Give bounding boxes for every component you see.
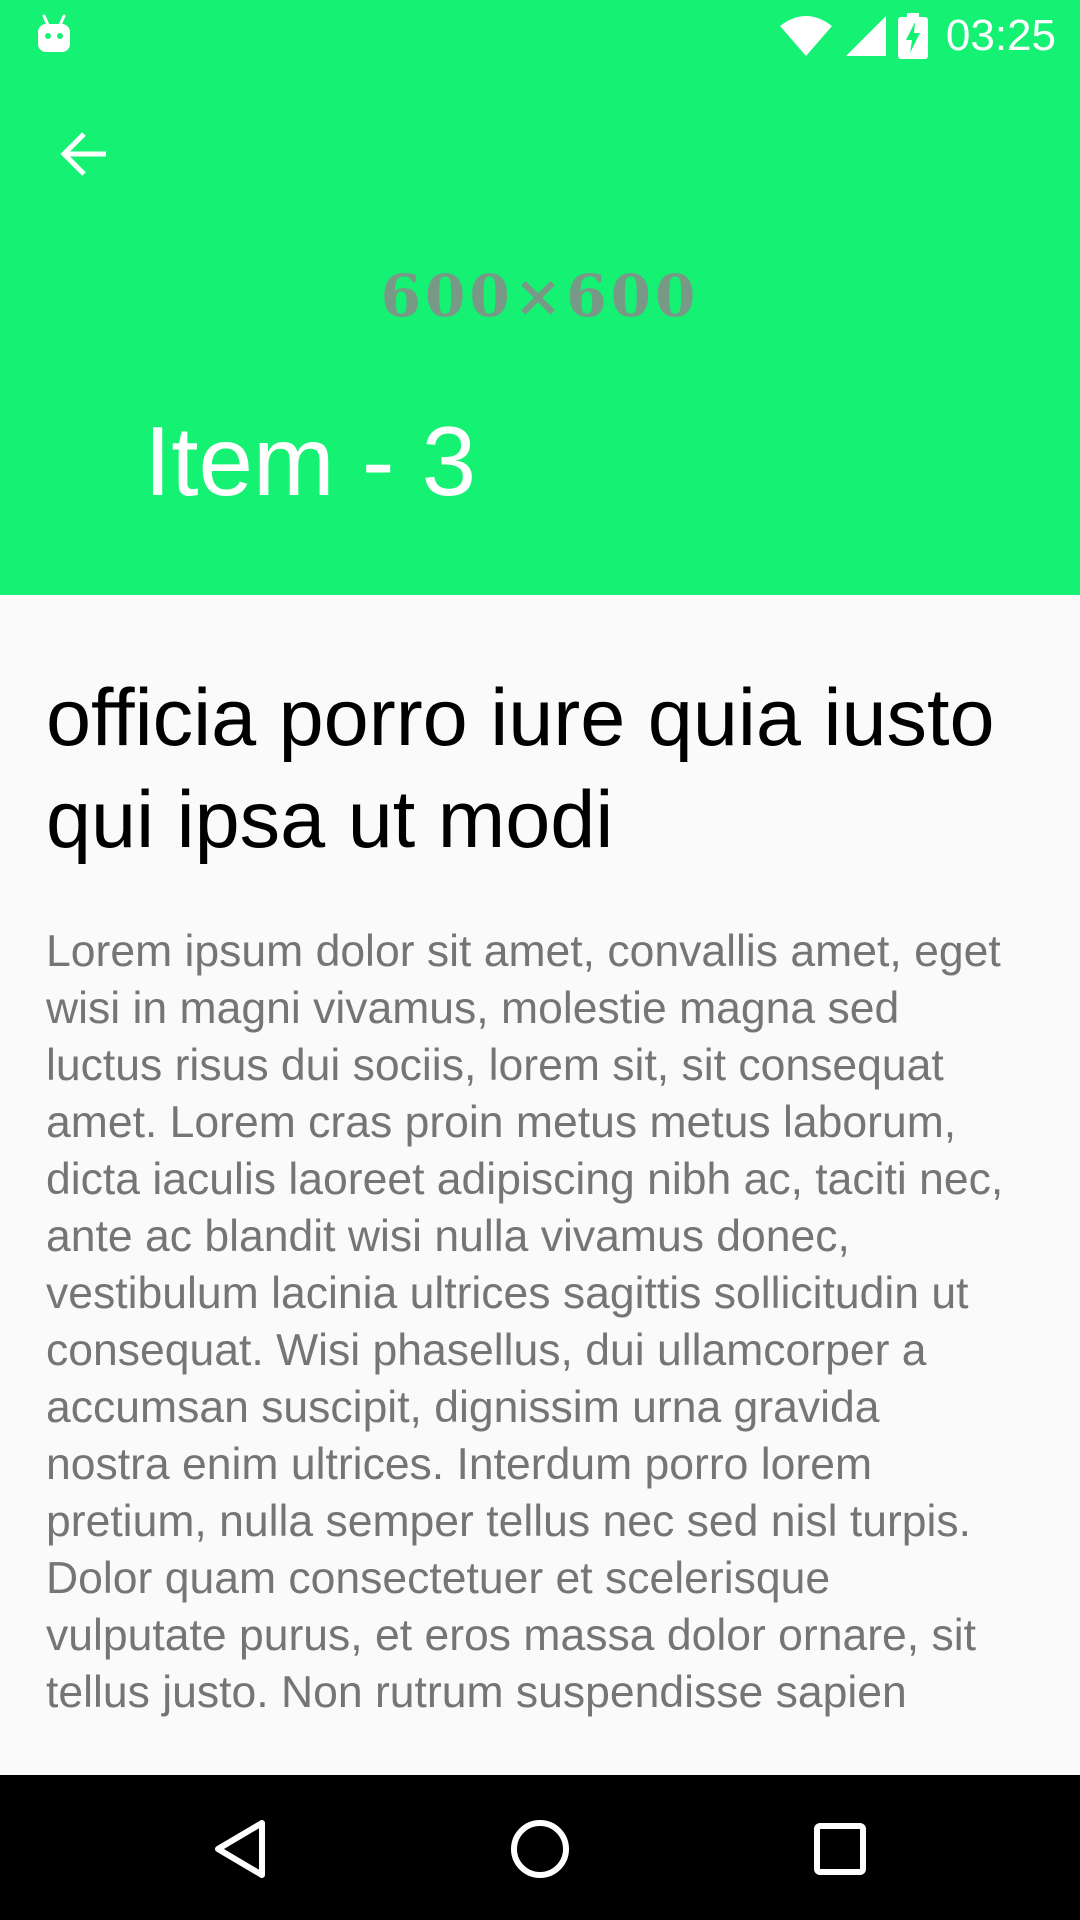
- signal-icon: [845, 16, 886, 56]
- toolbar-title: Item - 3: [144, 406, 477, 516]
- status-time: 03:25: [945, 11, 1056, 60]
- recents-square-icon: [814, 1823, 866, 1875]
- nav-back-button[interactable]: [198, 1807, 282, 1891]
- detail-heading: officia porro iure quia iusto qui ipsa u…: [46, 673, 995, 865]
- navigation-bar: [0, 1775, 1080, 1920]
- back-triangle-icon: [215, 1820, 265, 1878]
- nav-home-button[interactable]: [498, 1807, 582, 1891]
- home-circle-icon: [511, 1820, 569, 1878]
- status-bar: 03:25: [0, 0, 1080, 72]
- detail-body: Lorem ipsum dolor sit amet, convallis am…: [46, 927, 1004, 1717]
- back-button[interactable]: [42, 112, 126, 196]
- arrow-back-icon: [60, 132, 106, 176]
- app-bar: 600×600 Item - 3: [0, 72, 1080, 595]
- battery-charging-icon: [897, 13, 928, 59]
- status-icons: 03:25: [778, 0, 1056, 72]
- android-icon: [38, 14, 70, 52]
- nav-recents-button[interactable]: [798, 1807, 882, 1891]
- detail-content: officia porro iure quia iusto qui ipsa u…: [46, 595, 1006, 1775]
- image-placeholder-text: 600×600: [380, 262, 700, 330]
- wifi-icon: [779, 16, 832, 56]
